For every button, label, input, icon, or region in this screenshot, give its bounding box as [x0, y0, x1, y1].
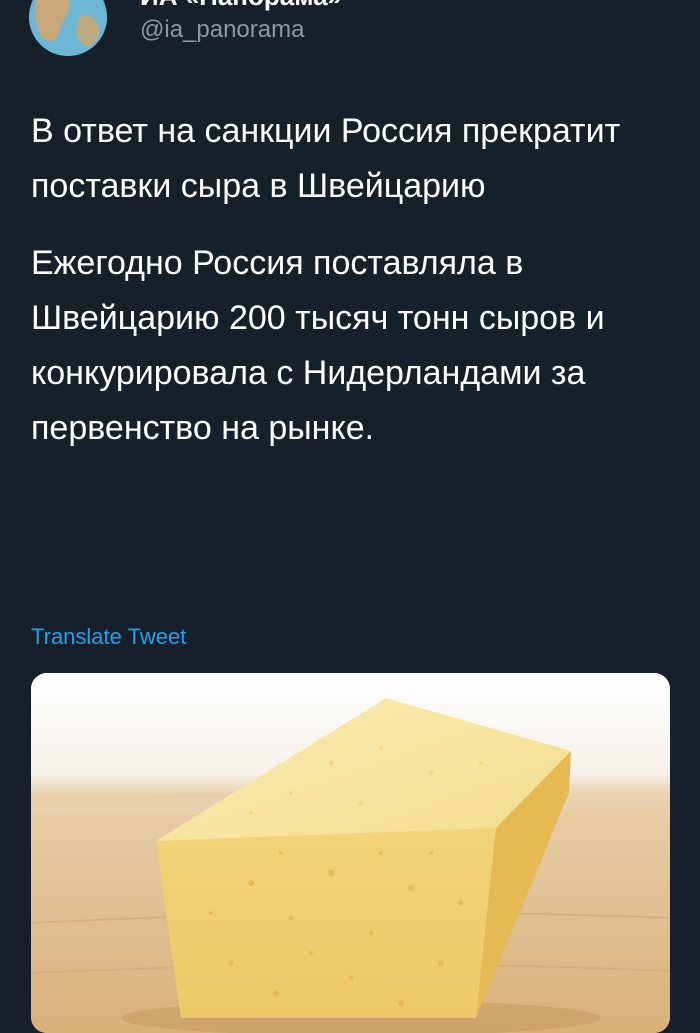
chevron-down-icon[interactable] — [654, 0, 670, 2]
globe-icon — [29, 0, 107, 56]
avatar[interactable] — [29, 0, 107, 56]
cheese-photo — [31, 673, 670, 1033]
tweet-paragraph: В ответ на санкции Россия прекратит пост… — [31, 112, 621, 205]
tweet-media-image[interactable] — [31, 673, 670, 1033]
display-name[interactable]: ИА «Панорама» — [140, 0, 342, 12]
tweet-paragraph: Ежегодно Россия поставляла в Швейцарию 2… — [31, 244, 605, 447]
tweet-text: В ответ на санкции Россия прекратит пост… — [31, 104, 671, 456]
translate-tweet-link[interactable]: Translate Tweet — [31, 624, 186, 650]
handle[interactable]: @ia_panorama — [140, 16, 304, 44]
tweet-header: ИА «Панорама» @ia_panorama — [0, 0, 700, 80]
